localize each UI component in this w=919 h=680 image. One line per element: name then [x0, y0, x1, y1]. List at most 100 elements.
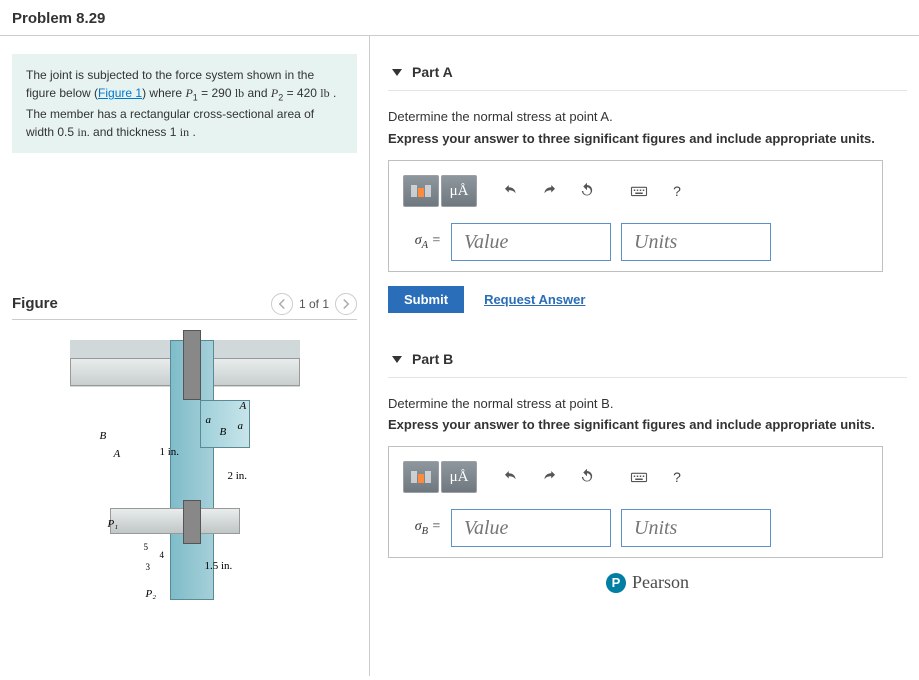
help-label: ? — [673, 469, 681, 485]
stmt-text: . — [189, 125, 196, 139]
keyboard-button[interactable] — [621, 175, 657, 207]
part-a-units-input[interactable] — [621, 223, 771, 261]
brand-text: Pearson — [632, 572, 689, 593]
unit-in: in. — [77, 125, 89, 139]
footer-brand: P Pearson — [388, 566, 907, 593]
figure-nav: 1 of 1 — [271, 293, 357, 315]
part-b-units-input[interactable] — [621, 509, 771, 547]
label-tri5: 5 — [144, 542, 149, 552]
part-b-answer-box: μÅ ? — [388, 446, 883, 558]
unit-in: in — [180, 125, 189, 139]
keyboard-button[interactable] — [621, 461, 657, 493]
reset-button[interactable] — [569, 175, 605, 207]
figure-header: Figure 1 of 1 — [12, 293, 357, 320]
help-button[interactable]: ? — [659, 461, 695, 493]
part-b-title: Part B — [412, 351, 453, 367]
right-column: Part A Determine the normal stress at po… — [370, 36, 919, 676]
template-icon — [411, 471, 431, 483]
undo-icon — [502, 182, 520, 200]
caret-down-icon — [392, 356, 402, 363]
reset-icon — [578, 182, 596, 200]
figure-prev-button[interactable] — [271, 293, 293, 315]
figure-diagram: A B B A a a 1 in. 2 in. 1.5 in. P₁ P₂ 5 … — [70, 340, 300, 600]
undo-icon — [502, 468, 520, 486]
part-b-body: Determine the normal stress at point B. … — [388, 378, 907, 566]
problem-title: Problem 8.29 — [12, 10, 907, 27]
help-button[interactable]: ? — [659, 175, 695, 207]
label-a2: a — [238, 420, 244, 432]
fig-beam-bot — [110, 508, 240, 534]
part-b-header[interactable]: Part B — [388, 341, 907, 378]
part-a-request-answer-link[interactable]: Request Answer — [484, 292, 585, 307]
units-picker-button[interactable]: μÅ — [441, 175, 477, 207]
fig-bolt-top — [183, 330, 201, 400]
figure-block: Figure 1 of 1 — [12, 293, 357, 600]
part-a-header[interactable]: Part A — [388, 54, 907, 91]
part-a-prompt: Determine the normal stress at point A. — [388, 109, 907, 125]
part-a-prompt-text: Determine the normal stress at point A. — [388, 109, 613, 124]
label-1in: 1 in. — [160, 446, 180, 458]
template-input-button[interactable] — [403, 175, 439, 207]
label-P2: P₂ — [146, 588, 157, 600]
part-b-value-input[interactable] — [451, 509, 611, 547]
figure-image: A B B A a a 1 in. 2 in. 1.5 in. P₁ P₂ 5 … — [12, 340, 357, 600]
label-B: B — [220, 426, 227, 438]
redo-icon — [540, 468, 558, 486]
mu-angstrom-label: μÅ — [450, 183, 469, 200]
undo-button[interactable] — [493, 175, 529, 207]
redo-icon — [540, 182, 558, 200]
stmt-text: and — [244, 86, 271, 100]
part-a-answer-box: μÅ ? — [388, 160, 883, 272]
label-2in: 2 in. — [228, 470, 248, 482]
template-icon — [411, 185, 431, 197]
stmt-text: and thickness 1 — [90, 125, 180, 139]
template-input-button[interactable] — [403, 461, 439, 493]
sigma-b-label: σB = — [403, 519, 441, 537]
help-label: ? — [673, 183, 681, 199]
label-B-arrow: B — [100, 430, 107, 442]
part-a-submit-row: Submit Request Answer — [388, 286, 907, 313]
undo-button[interactable] — [493, 461, 529, 493]
keyboard-icon — [630, 468, 648, 486]
figure-next-button[interactable] — [335, 293, 357, 315]
pearson-logo-icon: P — [606, 573, 626, 593]
fig-bolt-bot — [183, 500, 201, 544]
label-tri4: 4 — [160, 550, 165, 560]
part-b-toolbar: μÅ ? — [403, 461, 868, 493]
redo-button[interactable] — [531, 461, 567, 493]
problem-statement: The joint is subjected to the force syst… — [12, 54, 357, 153]
stmt-text: = 290 — [198, 86, 235, 100]
label-A: A — [240, 400, 247, 412]
part-b-prompt: Determine the normal stress at point B. — [388, 396, 907, 411]
label-P1: P₁ — [108, 518, 119, 530]
part-a-submit-button[interactable]: Submit — [388, 286, 464, 313]
part-a-equation-row: σA = — [403, 223, 868, 261]
figure-link[interactable]: Figure 1 — [98, 86, 142, 100]
unit-lb: lb — [320, 86, 329, 100]
stmt-text: = 420 — [283, 86, 320, 100]
stmt-text: ) where — [142, 86, 185, 100]
chevron-left-icon — [273, 295, 291, 313]
label-A-left: A — [114, 448, 121, 460]
part-a-title: Part A — [412, 64, 453, 80]
part-b-instruction: Express your answer to three significant… — [388, 417, 907, 432]
label-tri3: 3 — [146, 562, 151, 572]
part-b-equation-row: σB = — [403, 509, 868, 547]
units-picker-button[interactable]: μÅ — [441, 461, 477, 493]
label-a1: a — [206, 414, 212, 426]
sigma-a-label: σA = — [403, 233, 441, 251]
figure-counter: 1 of 1 — [299, 297, 329, 311]
var-p1: P — [185, 86, 192, 100]
chevron-right-icon — [337, 295, 355, 313]
page-header: Problem 8.29 — [0, 0, 919, 36]
left-column: The joint is subjected to the force syst… — [0, 36, 370, 676]
reset-button[interactable] — [569, 461, 605, 493]
part-a-value-input[interactable] — [451, 223, 611, 261]
caret-down-icon — [392, 69, 402, 76]
reset-icon — [578, 468, 596, 486]
main-layout: The joint is subjected to the force syst… — [0, 36, 919, 676]
mu-angstrom-label: μÅ — [450, 469, 469, 486]
keyboard-icon — [630, 182, 648, 200]
redo-button[interactable] — [531, 175, 567, 207]
part-a-instruction: Express your answer to three significant… — [388, 131, 907, 146]
